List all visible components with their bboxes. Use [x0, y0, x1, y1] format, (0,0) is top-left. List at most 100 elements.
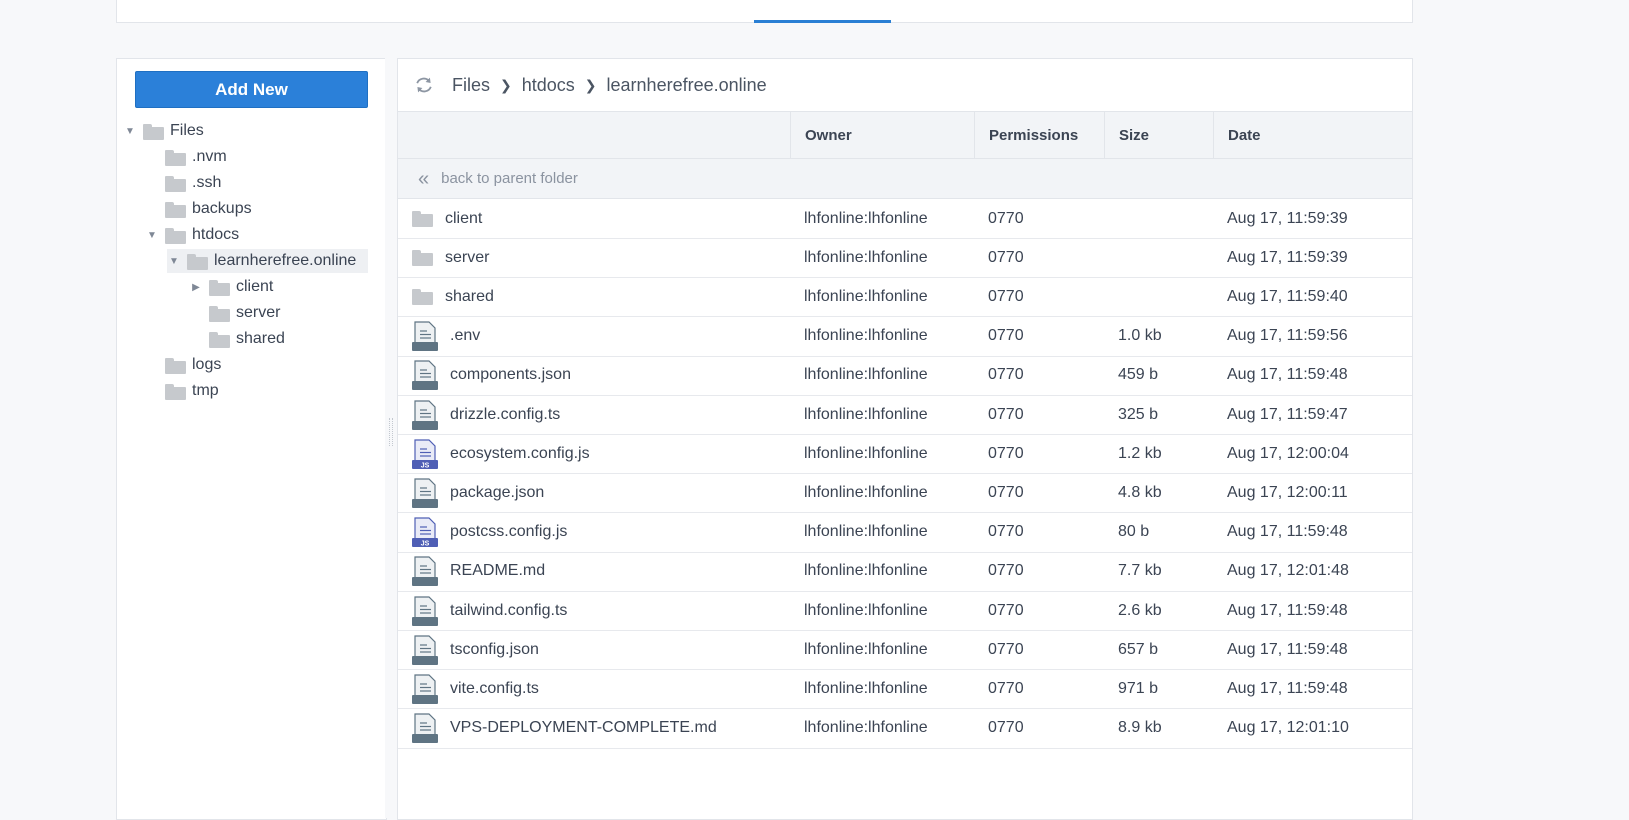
size-cell: 1.2 kb [1118, 444, 1162, 462]
breadcrumb-htdocs[interactable]: htdocs [522, 75, 575, 96]
column-owner[interactable]: Owner [790, 112, 974, 158]
table-row[interactable]: tailwind.config.ts lhfonline:lhfonline 077… [398, 591, 1412, 631]
date-cell: Aug 17, 11:59:47 [1227, 405, 1348, 423]
back-to-parent-row[interactable]: « back to parent folder [398, 159, 1412, 199]
folder-icon [412, 289, 433, 306]
name-cell[interactable]: vite.config.ts [412, 669, 539, 708]
owner-cell: lhfonline:lhfonline [804, 209, 928, 227]
caret-down-icon[interactable]: ▼ [167, 256, 181, 267]
tree-node-label: .ssh [192, 174, 222, 191]
owner-cell: lhfonline:lhfonline [804, 523, 928, 541]
name-cell[interactable]: components.json [412, 356, 571, 395]
name-cell[interactable]: VPS-DEPLOYMENT-COMPLETE.md [412, 709, 717, 748]
tree-node[interactable]: logs [145, 353, 221, 377]
name-cell[interactable]: .env [412, 317, 480, 356]
table-row[interactable]: README.md lhfonline:lhfonline 0770 7.7 kb Au… [398, 552, 1412, 592]
name-cell[interactable]: client [412, 199, 482, 238]
name-cell[interactable]: tsconfig.json [412, 630, 539, 669]
folder-icon [209, 279, 230, 296]
tree-node-label: backups [192, 200, 252, 217]
breadcrumb-files[interactable]: Files [452, 75, 490, 96]
tree-node[interactable]: ▼ Files [123, 119, 204, 143]
folder-icon [165, 149, 186, 166]
owner-cell: lhfonline:lhfonline [804, 601, 928, 619]
owner-cell: lhfonline:lhfonline [804, 287, 928, 305]
file-name: client [445, 209, 483, 227]
name-cell[interactable]: tailwind.config.ts [412, 591, 567, 630]
permissions-cell: 0770 [988, 366, 1024, 384]
tree-node[interactable]: server [189, 301, 280, 325]
table-row[interactable]: drizzle.config.ts lhfonline:lhfonline 0770… [398, 395, 1412, 435]
name-cell[interactable]: server [412, 238, 489, 277]
date-cell: Aug 17, 11:59:48 [1227, 679, 1348, 697]
date-cell: Aug 17, 11:59:48 [1227, 366, 1348, 384]
size-cell: 80 b [1118, 523, 1150, 541]
name-cell[interactable]: JS ecosystem.config.js [412, 434, 590, 473]
permissions-cell: 0770 [988, 679, 1024, 697]
panel-splitter[interactable] [385, 58, 397, 818]
tree-node[interactable]: ▼ htdocs [145, 223, 239, 247]
name-cell[interactable]: JS postcss.config.js [412, 513, 567, 552]
file-name: server [445, 248, 490, 266]
column-size[interactable]: Size [1104, 112, 1213, 158]
table-row[interactable]: components.json lhfonline:lhfonline 0770 45… [398, 356, 1412, 396]
tree-node[interactable]: ▼ learnherefree.online [167, 249, 369, 273]
table-row[interactable]: tsconfig.json lhfonline:lhfonline 0770 657 … [398, 630, 1412, 671]
file-name: postcss.config.js [450, 523, 568, 541]
size-cell: 459 b [1118, 366, 1159, 384]
add-new-button[interactable]: Add New [135, 71, 368, 108]
name-cell[interactable]: drizzle.config.ts [412, 395, 560, 434]
caret-down-icon[interactable]: ▼ [145, 230, 159, 241]
table-header: Owner Permissions Size Date [398, 112, 1412, 159]
top-tab-bar [116, 0, 1413, 23]
date-cell: Aug 17, 12:01:48 [1227, 562, 1349, 580]
tree-node[interactable]: tmp [145, 379, 219, 403]
splitter-grip[interactable] [389, 418, 393, 446]
tree-node-label: logs [192, 356, 222, 373]
file-icon [412, 556, 438, 587]
size-cell: 325 b [1118, 405, 1159, 423]
file-icon [412, 635, 438, 665]
refresh-icon[interactable] [414, 75, 434, 95]
column-date[interactable]: Date [1213, 112, 1412, 158]
column-name[interactable] [398, 112, 790, 158]
tree-node-label: htdocs [192, 226, 240, 243]
double-chevron-left-icon: « [418, 167, 430, 190]
permissions-cell: 0770 [988, 287, 1024, 305]
tree-node[interactable]: .nvm [145, 145, 227, 169]
file-list-panel: Files ❯ htdocs ❯ learnherefree.online Ow… [397, 58, 1413, 820]
tree-node[interactable]: .ssh [145, 171, 221, 195]
table-row[interactable]: JS postcss.config.js lhfonline:lhfonline 07… [398, 513, 1412, 553]
js-file-icon: JS [412, 517, 438, 548]
name-cell[interactable]: package.json [412, 473, 544, 512]
permissions-cell: 0770 [988, 327, 1024, 345]
table-row[interactable]: vite.config.ts lhfonline:lhfonline 0770 971… [398, 669, 1412, 710]
table-row[interactable]: server lhfonline:lhfonline 0770 Aug 17, 11:… [398, 238, 1412, 279]
table-row[interactable]: VPS-DEPLOYMENT-COMPLETE.md lhfonline:lhfo… [398, 709, 1412, 749]
table-row[interactable]: .env lhfonline:lhfonline 0770 1.0 kb Aug 17,… [398, 317, 1412, 357]
date-cell: Aug 17, 11:59:56 [1227, 327, 1348, 345]
tree-node[interactable]: shared [189, 327, 285, 351]
column-permissions[interactable]: Permissions [974, 112, 1104, 158]
tree-node[interactable]: backups [145, 197, 252, 221]
name-cell[interactable]: shared [412, 277, 494, 316]
table-row[interactable]: package.json lhfonline:lhfonline 0770 4.8 k… [398, 473, 1412, 514]
table-row[interactable]: shared lhfonline:lhfonline 0770 Aug 17, 11:… [398, 277, 1412, 318]
caret-right-icon[interactable]: ▶ [189, 282, 203, 293]
name-cell[interactable]: README.md [412, 552, 545, 591]
caret-down-icon[interactable]: ▼ [123, 126, 137, 137]
owner-cell: lhfonline:lhfonline [804, 679, 928, 697]
folder-tree-panel: Add New ▼ Files .nvm .ssh backups ▼ htdocs ▼ lea… [116, 58, 387, 820]
folder-icon [412, 211, 433, 227]
size-cell: 2.6 kb [1118, 601, 1162, 619]
date-cell: Aug 17, 12:00:11 [1227, 483, 1348, 501]
folder-icon [165, 383, 186, 400]
permissions-cell: 0770 [988, 483, 1024, 501]
tree-node[interactable]: ▶ client [189, 275, 273, 299]
tree-node-label: tmp [192, 382, 219, 399]
file-name: drizzle.config.ts [450, 405, 561, 423]
table-row[interactable]: client lhfonline:lhfonline 0770 Aug 17, 11:… [398, 199, 1412, 239]
tree-node-label: shared [236, 330, 285, 347]
file-name: tailwind.config.ts [450, 601, 568, 619]
table-row[interactable]: JS ecosystem.config.js lhfonline:lhfonline… [398, 434, 1412, 475]
